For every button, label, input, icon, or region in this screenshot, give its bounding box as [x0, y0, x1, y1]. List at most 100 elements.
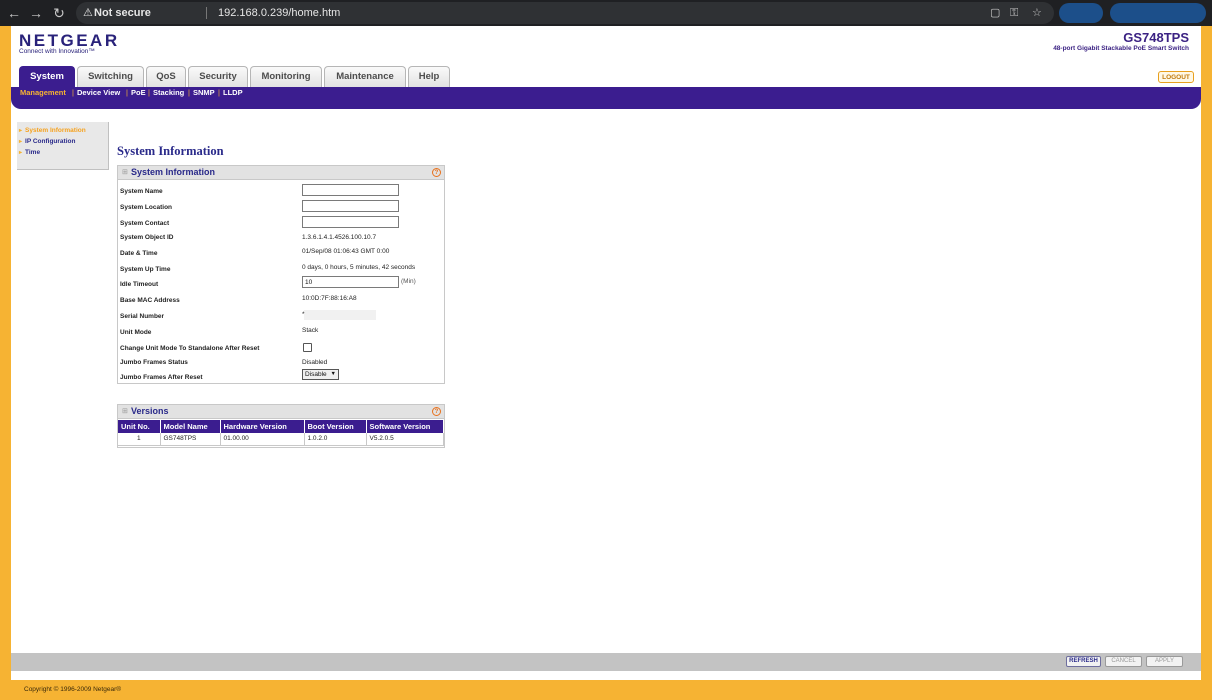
help-icon[interactable]: ?	[432, 168, 441, 177]
reload-icon[interactable]: ↻	[51, 4, 67, 22]
column-header: Model Name	[160, 420, 221, 433]
bullet-icon: ▸	[19, 128, 23, 134]
subnav-management[interactable]: Management	[20, 88, 66, 97]
subnav-separator: |	[148, 88, 150, 97]
change-unit-mode-label: Change Unit Mode To Standalone After Res…	[120, 345, 260, 352]
action-bar: REFRESH CANCEL APPLY	[11, 653, 1201, 671]
table-row: 1 GS748TPS 01.00.00 1.0.2.0 V5.2.0.5	[118, 433, 444, 446]
star-icon[interactable]: ☆	[1032, 2, 1042, 24]
camera-off-icon[interactable]: ▢	[990, 2, 1000, 24]
url-divider	[206, 7, 207, 19]
software-version-cell: V5.2.0.5	[366, 433, 444, 446]
serial-number-label: Serial Number	[120, 313, 165, 320]
sub-navigation: Management | Device View | PoE | Stackin…	[11, 87, 1201, 109]
subnav-separator: |	[218, 88, 220, 97]
subnav-stacking[interactable]: Stacking	[153, 88, 184, 97]
system-location-field[interactable]	[302, 200, 399, 212]
key-icon[interactable]: ⚿	[1010, 2, 1018, 24]
tab-security[interactable]: Security	[188, 66, 248, 87]
left-menu-label: Time	[25, 149, 41, 156]
device-description: 48-port Gigabit Stackable PoE Smart Swit…	[1053, 45, 1189, 52]
serial-number-redacted	[304, 310, 376, 320]
warning-icon[interactable]: ⚠	[83, 2, 93, 24]
back-icon[interactable]: ←	[6, 4, 22, 22]
system-contact-field[interactable]	[302, 216, 399, 228]
select-value: Disable	[305, 371, 327, 378]
panel-header: ⊞ Versions ?	[118, 405, 444, 419]
subnav-lldp[interactable]: LLDP	[223, 88, 243, 97]
panel-title: System Information	[131, 167, 216, 177]
system-location-label: System Location	[120, 204, 173, 211]
address-bar[interactable]: ⚠ Not secure 192.168.0.239/home.htm ▢ ⚿ …	[76, 2, 1054, 24]
device-model: GS748TPS	[1123, 30, 1189, 45]
system-contact-label: System Contact	[120, 220, 170, 227]
column-header: Hardware Version	[220, 420, 305, 433]
tab-qos[interactable]: QoS	[146, 66, 186, 87]
column-header: Unit No.	[118, 420, 161, 433]
system-up-time-label: System Up Time	[120, 266, 171, 273]
extension-button[interactable]	[1059, 3, 1103, 23]
idle-timeout-field[interactable]	[302, 276, 399, 288]
idle-timeout-unit: (Min)	[401, 278, 416, 285]
left-menu-label: IP Configuration	[25, 138, 76, 145]
tab-monitoring[interactable]: Monitoring	[250, 66, 322, 87]
base-mac-value: 10:0D:7F:88:16:A8	[302, 295, 357, 302]
tab-system[interactable]: System	[19, 66, 75, 87]
system-name-field[interactable]	[302, 184, 399, 196]
left-menu-label: System Information	[25, 127, 86, 134]
subnav-separator: |	[126, 88, 128, 97]
jumbo-after-reset-select[interactable]: Disable ▼	[302, 369, 339, 380]
left-menu: ▸ System Information ▸ IP Configuration ▸ T…	[17, 122, 109, 170]
versions-panel: ⊞ Versions ? Unit No. Model Name Hardwar…	[117, 404, 445, 448]
jumbo-status-value: Disabled	[302, 359, 328, 366]
security-status[interactable]: Not secure	[94, 2, 151, 24]
boot-version-cell: 1.0.2.0	[304, 433, 367, 446]
panel-header: ⊞ System Information ?	[118, 166, 444, 180]
collapse-icon[interactable]: ⊞	[122, 408, 128, 415]
tab-help[interactable]: Help	[408, 66, 450, 87]
bullet-icon: ▸	[19, 150, 23, 156]
page-title: System Information	[117, 144, 224, 158]
subnav-separator: |	[72, 88, 74, 97]
hardware-version-cell: 01.00.00	[220, 433, 305, 446]
model-name-cell: GS748TPS	[160, 433, 221, 446]
serial-number-value: *	[302, 311, 305, 318]
table-header-row: Unit No. Model Name Hardware Version Boo…	[118, 420, 444, 433]
system-information-panel: ⊞ System Information ? System Name Syste…	[117, 165, 445, 384]
system-name-label: System Name	[120, 188, 163, 195]
left-menu-time[interactable]: ▸ Time	[19, 149, 40, 156]
browser-toolbar: ← → ↻ ⚠ Not secure 192.168.0.239/home.ht…	[0, 0, 1212, 26]
panel-title: Versions	[131, 406, 169, 416]
bullet-icon: ▸	[19, 139, 23, 145]
unit-mode-label: Unit Mode	[120, 329, 152, 336]
subnav-snmp[interactable]: SNMP	[193, 88, 215, 97]
collapse-icon[interactable]: ⊞	[122, 169, 128, 176]
left-menu-system-information[interactable]: ▸ System Information	[19, 127, 86, 134]
page-frame: NETGEAR Connect with Innovation™ GS748TP…	[11, 26, 1201, 680]
left-menu-ip-configuration[interactable]: ▸ IP Configuration	[19, 138, 75, 145]
system-up-time-value: 0 days, 0 hours, 5 minutes, 42 seconds	[302, 264, 416, 271]
date-time-value: 01/Sep/08 01:06:43 GMT 0:00	[302, 248, 390, 255]
cancel-button[interactable]: CANCEL	[1105, 656, 1142, 667]
help-icon[interactable]: ?	[432, 407, 441, 416]
subnav-poe[interactable]: PoE	[131, 88, 146, 97]
refresh-button[interactable]: REFRESH	[1066, 656, 1101, 667]
jumbo-status-label: Jumbo Frames Status	[120, 359, 188, 366]
logout-button[interactable]: LOGOUT	[1158, 71, 1194, 83]
apply-button[interactable]: APPLY	[1146, 656, 1183, 667]
system-object-id-label: System Object ID	[120, 234, 174, 241]
column-header: Software Version	[366, 420, 444, 433]
idle-timeout-label: Idle Timeout	[120, 281, 159, 288]
url-text[interactable]: 192.168.0.239/home.htm	[218, 2, 340, 24]
system-object-id-value: 1.3.6.1.4.1.4526.100.10.7	[302, 234, 377, 241]
copyright-text: Copyright © 1996-2009 Netgear®	[24, 686, 122, 693]
forward-icon[interactable]: →	[28, 4, 44, 22]
tab-maintenance[interactable]: Maintenance	[324, 66, 406, 87]
column-header: Boot Version	[304, 420, 367, 433]
subnav-device-view[interactable]: Device View	[77, 88, 120, 97]
unit-no-cell: 1	[118, 433, 161, 446]
change-unit-mode-checkbox[interactable]	[303, 343, 312, 352]
unit-mode-value: Stack	[302, 327, 319, 334]
tab-switching[interactable]: Switching	[77, 66, 144, 87]
profile-button[interactable]	[1110, 3, 1206, 23]
